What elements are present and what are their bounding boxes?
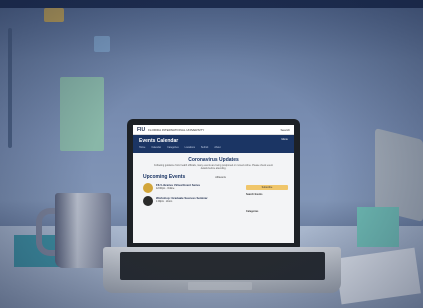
update-title: Coronavirus Updates: [188, 157, 239, 163]
university-name: FLORIDA INTERNATIONAL UNIVERSITY: [148, 127, 205, 132]
banner-title: Events Calendar: [139, 138, 179, 144]
nav-item[interactable]: Locations: [185, 146, 195, 149]
update-body: Following guidance from health officials…: [154, 164, 273, 170]
wall-note: [94, 36, 110, 52]
site-topbar: FIU FLORIDA INTERNATIONAL UNIVERSITY Sea…: [133, 125, 294, 135]
nav-item[interactable]: Home: [139, 146, 145, 149]
upcoming-title: Upcoming Events: [143, 174, 186, 180]
nav-item[interactable]: Categories: [167, 146, 179, 149]
side-panel: Subscribe Search Events Categories: [246, 185, 288, 213]
photo-scene: FIU FLORIDA INTERNATIONAL UNIVERSITY Sea…: [0, 0, 423, 308]
nav-item[interactable]: Submit: [201, 146, 208, 149]
laptop-screen: FIU FLORIDA INTERNATIONAL UNIVERSITY Sea…: [133, 125, 294, 243]
event-thumbnail: [143, 196, 153, 206]
search-link[interactable]: Search: [280, 128, 290, 132]
event-thumbnail: [143, 183, 153, 193]
nav-item[interactable]: Calendar: [151, 146, 161, 149]
categories-label: Categories: [246, 210, 259, 213]
wall-note: [60, 77, 104, 151]
nav-row: Home Calendar Categories Locations Submi…: [139, 146, 288, 149]
laptop-trackpad: [188, 282, 252, 290]
site-banner: Events Calendar Menu Home Calendar Categ…: [133, 135, 294, 153]
nav-item[interactable]: About: [214, 146, 220, 149]
laptop-keyboard: [120, 252, 325, 280]
filter-select[interactable]: All Events: [215, 176, 226, 179]
subscribe-button[interactable]: Subscribe: [246, 185, 288, 190]
menu-button[interactable]: Menu: [282, 138, 289, 144]
wall-note: [8, 28, 12, 148]
wall-note: [44, 8, 64, 22]
site-logo[interactable]: FIU: [137, 127, 145, 133]
teal-box: [357, 207, 399, 247]
search-events-label: Search Events: [246, 193, 263, 196]
